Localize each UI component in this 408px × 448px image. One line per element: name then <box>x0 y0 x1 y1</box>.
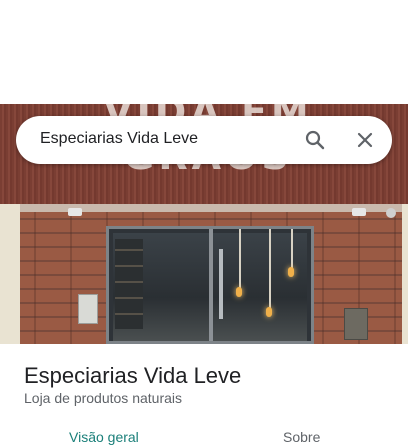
search-bar[interactable]: Especiarias Vida Leve <box>16 116 392 164</box>
pendant-cord <box>269 229 271 309</box>
wall-light <box>352 208 366 216</box>
pendant-lamp <box>236 287 242 297</box>
glass-door <box>106 226 314 344</box>
pendant-lamp <box>266 307 272 317</box>
pendant-cord <box>239 229 241 289</box>
tab-overview[interactable]: Visão geral <box>69 429 139 445</box>
pendant-cord <box>291 229 293 269</box>
electric-meter <box>344 308 368 340</box>
intercom-panel <box>78 294 98 324</box>
pendant-lamp <box>288 267 294 277</box>
place-category: Loja de produtos naturais <box>24 390 182 406</box>
security-camera <box>386 208 396 218</box>
close-icon[interactable] <box>353 128 377 152</box>
door-handle <box>219 249 223 319</box>
place-details-sheet: Especiarias Vida Leve Loja de produtos n… <box>0 344 408 448</box>
search-icon[interactable] <box>303 128 327 152</box>
pillar-left <box>0 204 20 344</box>
wall-light <box>68 208 82 216</box>
tab-about[interactable]: Sobre <box>283 429 320 445</box>
search-input[interactable]: Especiarias Vida Leve <box>40 130 198 148</box>
interior-shelf <box>115 239 143 329</box>
sign-edge <box>0 204 408 212</box>
place-title: Especiarias Vida Leve <box>24 363 242 388</box>
pillar-right <box>402 204 408 344</box>
door-frame <box>209 229 213 341</box>
